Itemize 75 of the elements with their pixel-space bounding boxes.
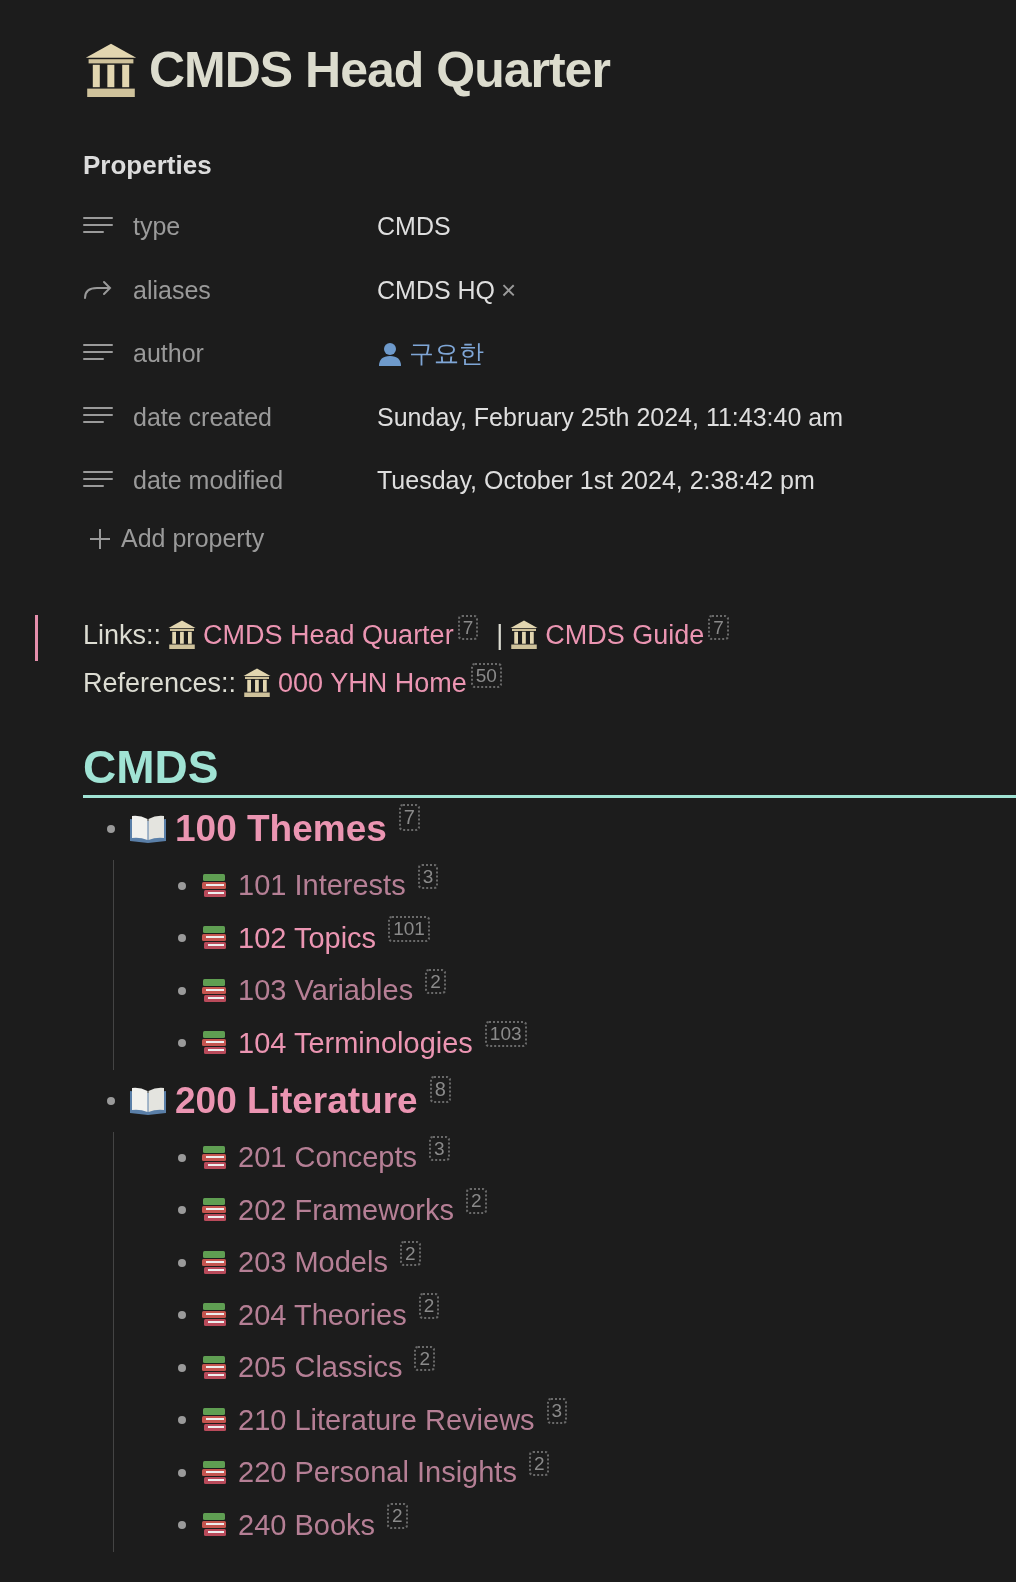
alias-value[interactable]: CMDS HQ bbox=[377, 275, 496, 305]
count-badge: 2 bbox=[387, 1503, 408, 1529]
note-link[interactable]: 000 YHN Home bbox=[278, 662, 467, 703]
note-link[interactable]: 210 Literature Reviews bbox=[238, 1403, 535, 1437]
note-link[interactable]: 104 Terminologies bbox=[238, 1026, 473, 1060]
page-title: CMDS Head Quarter bbox=[149, 41, 610, 99]
bullet-icon bbox=[178, 1416, 186, 1425]
plus-icon bbox=[89, 527, 111, 550]
field-label: References:: bbox=[83, 666, 237, 700]
bullet-icon bbox=[178, 1311, 186, 1320]
bullet-icon bbox=[178, 1153, 186, 1162]
property-value[interactable]: Tuesday, October 1st 2024, 2:38:42 pm bbox=[377, 466, 815, 496]
note-link[interactable]: CMDS Head Quarter bbox=[203, 614, 454, 655]
count-badge: 2 bbox=[399, 1240, 421, 1267]
section-heading: CMDS bbox=[83, 738, 1016, 798]
remove-button[interactable]: × bbox=[501, 274, 517, 306]
count-badge: 3 bbox=[428, 1135, 450, 1162]
note-link[interactable]: 220 Personal Insights bbox=[238, 1456, 517, 1490]
count-badge: 8 bbox=[429, 1075, 451, 1103]
bullet-icon bbox=[107, 824, 115, 833]
bullet-icon bbox=[178, 986, 186, 995]
count-badge: 101 bbox=[388, 916, 430, 942]
note-link[interactable]: 100 Themes bbox=[175, 807, 387, 850]
temple-icon bbox=[242, 666, 273, 699]
note-link[interactable]: 240 Books bbox=[238, 1508, 376, 1542]
count-badge: 7 bbox=[708, 614, 729, 641]
note-link[interactable]: 202 Frameworks bbox=[238, 1193, 454, 1227]
property-name[interactable]: date modified bbox=[133, 466, 284, 496]
bullet-icon bbox=[178, 1521, 186, 1530]
count-badge: 2 bbox=[528, 1450, 550, 1477]
property-value[interactable]: Sunday, February 25th 2024, 11:43:40 am bbox=[377, 402, 844, 432]
count-badge: 3 bbox=[417, 863, 439, 890]
property-value[interactable]: CMDS bbox=[377, 212, 451, 242]
bullet-icon bbox=[178, 1363, 186, 1372]
field-label: Links:: bbox=[83, 618, 162, 652]
note-link[interactable]: 200 Literature bbox=[175, 1079, 418, 1122]
count-badge: 103 bbox=[484, 1021, 527, 1047]
bullet-icon bbox=[178, 1039, 186, 1048]
properties-heading: Properties bbox=[83, 150, 213, 181]
author-link[interactable]: 구요한 bbox=[409, 337, 484, 371]
temple-icon bbox=[509, 618, 540, 651]
bullet-icon bbox=[107, 1096, 115, 1105]
count-badge: 50 bbox=[470, 662, 502, 689]
property-name[interactable]: date created bbox=[133, 402, 272, 432]
property-name[interactable]: aliases bbox=[133, 275, 211, 305]
count-badge: 2 bbox=[414, 1345, 435, 1372]
note-link[interactable]: 204 Theories bbox=[238, 1298, 407, 1332]
open-book-icon bbox=[129, 1085, 167, 1116]
bullet-icon bbox=[178, 1258, 186, 1267]
count-badge: 2 bbox=[465, 1188, 487, 1214]
note-link[interactable]: 201 Concepts bbox=[238, 1141, 417, 1175]
bullet-icon bbox=[178, 1206, 186, 1215]
note-link[interactable]: 101 Interests bbox=[238, 869, 406, 903]
forward-arrow-icon bbox=[83, 279, 113, 302]
property-name[interactable]: author bbox=[133, 339, 204, 369]
person-icon bbox=[377, 340, 403, 367]
count-badge: 7 bbox=[398, 803, 420, 831]
temple-icon bbox=[167, 618, 198, 651]
bullet-icon bbox=[178, 934, 186, 943]
count-badge: 2 bbox=[425, 968, 446, 995]
bullet-icon bbox=[178, 1468, 186, 1477]
note-link[interactable]: 205 Classics bbox=[238, 1351, 403, 1385]
note-link[interactable]: 203 Models bbox=[238, 1246, 388, 1280]
property-name[interactable]: type bbox=[133, 212, 181, 242]
bullet-icon bbox=[178, 881, 186, 890]
count-badge: 3 bbox=[546, 1398, 568, 1424]
note-link[interactable]: 102 Topics bbox=[238, 921, 377, 955]
quote-bar bbox=[35, 614, 38, 661]
separator: | bbox=[496, 618, 504, 652]
count-badge: 7 bbox=[457, 614, 479, 641]
add-property-button[interactable]: Add property bbox=[89, 518, 265, 559]
open-book-icon bbox=[129, 813, 167, 844]
count-badge: 2 bbox=[418, 1293, 440, 1319]
note-link[interactable]: CMDS Guide bbox=[545, 614, 705, 655]
note-link[interactable]: 103 Variables bbox=[238, 974, 414, 1008]
